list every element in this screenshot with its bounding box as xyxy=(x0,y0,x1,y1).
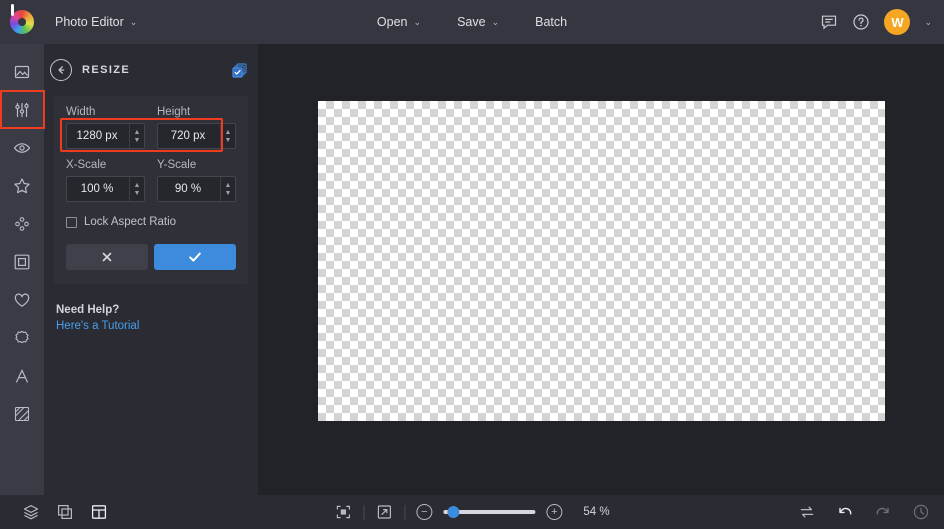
help-title: Need Help? xyxy=(56,304,246,316)
app-mode-label: Photo Editor xyxy=(55,15,124,29)
y-scale-stepper[interactable]: ▲▼ xyxy=(220,177,235,201)
sidebar-item-particles[interactable] xyxy=(0,206,44,242)
y-scale-label: Y-Scale xyxy=(157,159,236,171)
zoom-in-button[interactable]: + xyxy=(546,504,562,520)
sidebar-item-badges[interactable] xyxy=(0,320,44,356)
sidebar-item-text[interactable] xyxy=(0,358,44,394)
avatar-chevron-down-icon[interactable]: ⌄ xyxy=(924,17,932,28)
sidebar-item-adjust[interactable] xyxy=(0,92,44,128)
redo-icon[interactable] xyxy=(874,503,892,521)
top-right-icons: W ⌄ xyxy=(820,9,932,35)
panel-header: RESIZE xyxy=(44,52,258,88)
sidebar-item-overlays[interactable] xyxy=(0,168,44,204)
chat-bubble-icon[interactable] xyxy=(820,13,838,31)
zoom-controls: − + 54 % xyxy=(334,503,609,521)
image-canvas[interactable] xyxy=(318,101,885,421)
help-circle-icon[interactable] xyxy=(852,13,870,31)
expand-arrow-icon[interactable] xyxy=(375,503,393,521)
zoom-out-button[interactable]: − xyxy=(416,504,432,520)
layers-icon[interactable] xyxy=(22,503,40,521)
top-menu-group: Open ⌄ Save ⌄ Batch xyxy=(366,8,578,36)
app-body: RESIZE Width 1280 px xyxy=(0,44,944,495)
crop-transform-icon[interactable] xyxy=(56,503,74,521)
lock-aspect-ratio-label: Lock Aspect Ratio xyxy=(84,216,176,228)
scale-row: X-Scale 100 % ▲▼ Y-Scale 90 % ▲▼ xyxy=(66,159,236,202)
batch-button[interactable]: Batch xyxy=(524,8,578,36)
history-clock-icon[interactable] xyxy=(912,503,930,521)
x-scale-input[interactable]: 100 % ▲▼ xyxy=(66,176,145,202)
lock-aspect-ratio-checkbox[interactable] xyxy=(66,217,77,228)
layout-grid-icon[interactable] xyxy=(90,503,108,521)
save-menu[interactable]: Save ⌄ xyxy=(446,8,510,36)
bottom-right-icons xyxy=(798,503,930,521)
bottom-left-icons xyxy=(22,503,108,521)
compare-swap-icon[interactable] xyxy=(798,503,816,521)
y-scale-value[interactable]: 90 % xyxy=(158,183,220,195)
height-field: Height 720 px ▲▼ xyxy=(157,106,236,149)
x-scale-field: X-Scale 100 % ▲▼ xyxy=(66,159,145,202)
bottom-bar: − + 54 % xyxy=(0,495,944,529)
open-menu-label: Open xyxy=(377,15,408,29)
sidebar-item-frames[interactable] xyxy=(0,244,44,280)
cancel-button[interactable] xyxy=(66,244,148,270)
zoom-level-value: 54 % xyxy=(583,506,609,518)
sidebar-item-textures[interactable] xyxy=(0,396,44,432)
canvas-area xyxy=(258,44,944,495)
sidebar-item-effects[interactable] xyxy=(0,130,44,166)
apply-button[interactable] xyxy=(154,244,236,270)
height-label: Height xyxy=(157,106,236,118)
page-title: RESIZE xyxy=(82,64,221,76)
width-input[interactable]: 1280 px ▲▼ xyxy=(66,123,145,149)
sidebar-item-photo[interactable] xyxy=(0,54,44,90)
back-arrow-circle-icon[interactable] xyxy=(50,59,72,81)
app-mode-menu[interactable]: Photo Editor ⌄ xyxy=(44,8,148,36)
width-label: Width xyxy=(66,106,145,118)
chevron-down-icon: ⌄ xyxy=(130,17,138,28)
y-scale-field: Y-Scale 90 % ▲▼ xyxy=(157,159,236,202)
batch-button-label: Batch xyxy=(535,15,567,29)
x-scale-stepper[interactable]: ▲▼ xyxy=(129,177,144,201)
divider xyxy=(404,505,405,520)
open-menu[interactable]: Open ⌄ xyxy=(366,8,432,36)
x-scale-label: X-Scale xyxy=(66,159,145,171)
user-avatar[interactable]: W xyxy=(884,9,910,35)
tutorial-link[interactable]: Here's a Tutorial xyxy=(56,320,246,332)
tool-rail xyxy=(0,44,44,495)
y-scale-input[interactable]: 90 % ▲▼ xyxy=(157,176,236,202)
zoom-slider-handle[interactable] xyxy=(447,506,459,518)
width-field: Width 1280 px ▲▼ xyxy=(66,106,145,149)
top-bar: Photo Editor ⌄ Open ⌄ Save ⌄ Batch xyxy=(0,0,944,44)
dimension-row: Width 1280 px ▲▼ Height 720 px ▲▼ xyxy=(66,106,236,149)
divider xyxy=(363,505,364,520)
resize-fields-card: Width 1280 px ▲▼ Height 720 px ▲▼ xyxy=(54,96,248,284)
polarr-logo-icon xyxy=(10,10,34,34)
sidebar-item-stickers[interactable] xyxy=(0,282,44,318)
photo-editor-app: Photo Editor ⌄ Open ⌄ Save ⌄ Batch xyxy=(0,0,944,529)
height-input[interactable]: 720 px ▲▼ xyxy=(157,123,236,149)
fit-to-screen-icon[interactable] xyxy=(334,503,352,521)
width-stepper[interactable]: ▲▼ xyxy=(129,124,144,148)
apply-to-all-layers-icon[interactable] xyxy=(231,62,248,79)
app-logo[interactable] xyxy=(0,10,44,34)
undo-icon[interactable] xyxy=(836,503,854,521)
action-buttons xyxy=(66,244,236,270)
width-value[interactable]: 1280 px xyxy=(67,130,129,142)
help-section: Need Help? Here's a Tutorial xyxy=(56,304,246,332)
lock-aspect-ratio-row[interactable]: Lock Aspect Ratio xyxy=(66,216,236,228)
height-stepper[interactable]: ▲▼ xyxy=(220,124,235,148)
height-value[interactable]: 720 px xyxy=(158,130,220,142)
zoom-slider[interactable] xyxy=(443,510,535,514)
chevron-down-icon: ⌄ xyxy=(492,17,500,28)
save-menu-label: Save xyxy=(457,15,486,29)
chevron-down-icon: ⌄ xyxy=(414,17,422,28)
x-scale-value[interactable]: 100 % xyxy=(67,183,129,195)
resize-panel: RESIZE Width 1280 px xyxy=(44,44,258,495)
